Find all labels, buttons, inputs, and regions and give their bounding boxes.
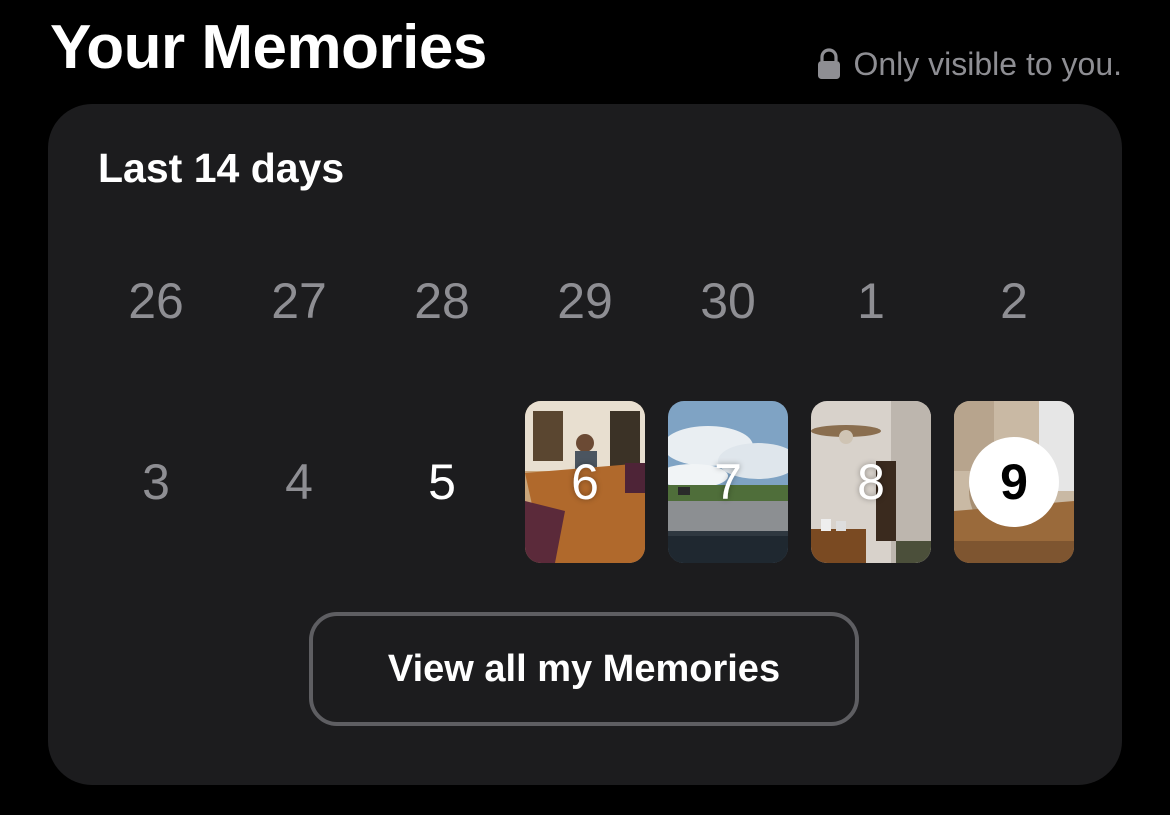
day-number: 30	[700, 273, 756, 329]
memory-thumbnail-day-8[interactable]: 8	[811, 401, 931, 563]
day-number: 4	[285, 454, 313, 510]
day-cell: 2	[954, 220, 1074, 382]
day-number: 1	[857, 273, 885, 329]
day-cell: 5	[382, 401, 502, 563]
memories-card: Last 14 days 26 27 28 29 30 1 2 3 4 5 6 …	[48, 104, 1122, 785]
page-title: Your Memories	[50, 13, 487, 82]
memory-thumbnail-day-9[interactable]: 9	[954, 401, 1074, 563]
privacy-text: Only visible to you.	[853, 46, 1122, 82]
view-all-memories-button[interactable]: View all my Memories	[309, 612, 859, 726]
memory-thumbnail-day-7[interactable]: 7	[668, 401, 788, 563]
day-cell: 27	[239, 220, 359, 382]
day-cell: 1	[811, 220, 931, 382]
day-number: 3	[142, 454, 170, 510]
day-number: 9	[1000, 454, 1028, 510]
memory-thumbnail-day-6[interactable]: 6	[525, 401, 645, 563]
day-number: 2	[1000, 273, 1028, 329]
day-cell: 3	[96, 401, 216, 563]
day-number: 5	[428, 454, 456, 510]
day-number: 7	[714, 454, 742, 510]
day-number: 29	[557, 273, 613, 329]
day-number: 26	[128, 273, 184, 329]
day-cell: 26	[96, 220, 216, 382]
day-cell: 29	[525, 220, 645, 382]
day-cell: 30	[668, 220, 788, 382]
day-cell: 4	[239, 401, 359, 563]
day-number: 28	[414, 273, 470, 329]
day-number: 8	[857, 454, 885, 510]
day-number: 27	[271, 273, 327, 329]
day-number: 6	[571, 454, 599, 510]
privacy-note: Only visible to you.	[817, 44, 1122, 84]
lock-icon	[818, 48, 841, 79]
day-cell: 28	[382, 220, 502, 382]
